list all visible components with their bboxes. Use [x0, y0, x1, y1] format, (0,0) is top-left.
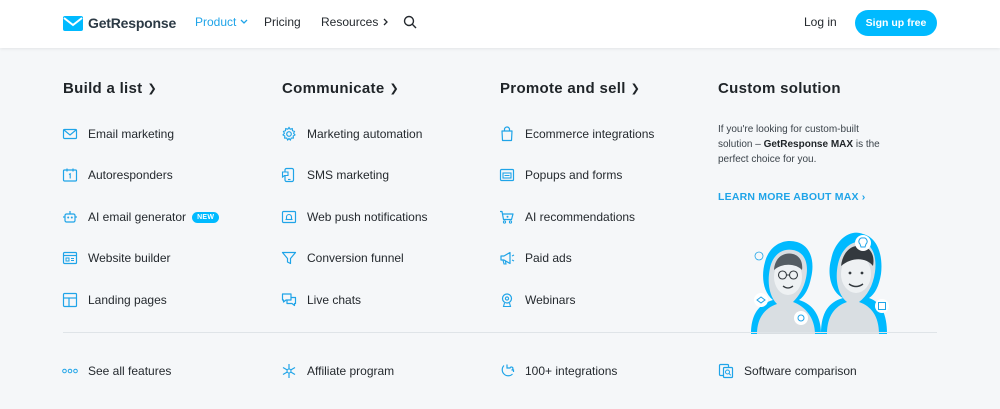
- communicate-heading[interactable]: Communicate ❯: [282, 80, 399, 97]
- software-comparison-link[interactable]: Software comparison: [718, 362, 857, 380]
- funnel-icon: [281, 250, 297, 266]
- dots-icon: [62, 363, 78, 379]
- logo-envelope-icon: [63, 15, 83, 31]
- menu-item-label: AI email generator: [88, 210, 187, 224]
- menu-item-label: Web push notifications: [307, 210, 428, 224]
- mail-icon: [62, 126, 78, 142]
- custom-solution-description: If you're looking for custom-built solut…: [718, 122, 896, 167]
- chat-icon: [281, 292, 297, 308]
- communicate-heading-text: Communicate: [282, 80, 385, 97]
- chevron-right-icon: ❯: [147, 83, 157, 95]
- menu-item-label: Webinars: [525, 293, 576, 307]
- promote-and-sell-heading[interactable]: Promote and sell ❯: [500, 80, 640, 97]
- phone-icon: [281, 167, 297, 183]
- learn-more-about-max-link[interactable]: LEARN MORE ABOUT MAX ›: [718, 191, 866, 203]
- nav-product-label: Product: [195, 15, 237, 29]
- menu-item-label: AI recommendations: [525, 210, 636, 224]
- menu-item-email-marketing[interactable]: Email marketing: [62, 125, 174, 143]
- menu-item-label: Popups and forms: [525, 168, 623, 182]
- chevron-right-icon: [383, 18, 389, 26]
- chevron-right-icon: ❯: [389, 83, 400, 95]
- menu-item-web-push-notifications[interactable]: Web push notifications: [281, 208, 428, 226]
- getresponse-logo[interactable]: GetResponse: [63, 13, 176, 33]
- menu-item-live-chats[interactable]: Live chats: [281, 291, 361, 309]
- website-icon: [62, 250, 78, 266]
- bell-icon: [281, 209, 297, 225]
- menu-item-label: Landing pages: [88, 293, 167, 307]
- footer-link-label: Software comparison: [744, 364, 857, 378]
- search-icon[interactable]: [403, 15, 417, 29]
- menu-item-popups-and-forms[interactable]: Popups and forms: [499, 166, 622, 184]
- logo-text: GetResponse: [88, 15, 177, 31]
- gear-icon: [281, 126, 297, 142]
- footer-link-label: 100+ integrations: [525, 364, 618, 378]
- menu-item-label: Website builder: [88, 251, 171, 265]
- section-divider: [63, 332, 937, 333]
- menu-item-website-builder[interactable]: Website builder: [62, 249, 171, 267]
- see-all-features-link[interactable]: See all features: [62, 362, 171, 380]
- footer-link-label: See all features: [88, 364, 172, 378]
- layout-icon: [62, 292, 78, 308]
- menu-item-webinars[interactable]: Webinars: [499, 291, 575, 309]
- ai-robot-icon: [62, 209, 78, 225]
- menu-item-label: Paid ads: [525, 251, 572, 265]
- menu-item-ai-recommendations[interactable]: AI recommendations: [499, 208, 635, 226]
- megaphone-icon: [499, 250, 515, 266]
- custom-description-bold: GetResponse MAX: [763, 139, 854, 150]
- footer-link-label: Affiliate program: [307, 364, 395, 378]
- signup-button[interactable]: Sign up free: [855, 10, 937, 36]
- nav-pricing[interactable]: Pricing: [264, 15, 301, 29]
- ai-cart-icon: [499, 209, 515, 225]
- menu-item-autoresponders[interactable]: Autoresponders: [62, 166, 173, 184]
- build-a-list-heading-text: Build a list: [63, 80, 143, 97]
- webinar-icon: [499, 292, 515, 308]
- max-team-illustration: [751, 232, 889, 334]
- build-a-list-heading[interactable]: Build a list ❯: [63, 80, 157, 97]
- menu-item-ecommerce-integrations[interactable]: Ecommerce integrations: [499, 125, 654, 143]
- custom-solution-heading: Custom solution: [718, 80, 841, 97]
- menu-item-label: Ecommerce integrations: [525, 127, 655, 141]
- menu-item-conversion-funnel[interactable]: Conversion funnel: [281, 249, 404, 267]
- menu-item-label: Marketing automation: [307, 127, 423, 141]
- menu-item-marketing-automation[interactable]: Marketing automation: [281, 125, 422, 143]
- compare-icon: [718, 363, 734, 379]
- menu-item-landing-pages[interactable]: Landing pages: [62, 291, 167, 309]
- new-badge: NEW: [192, 211, 220, 223]
- menu-item-label: Email marketing: [88, 127, 175, 141]
- custom-solution-heading-text: Custom solution: [718, 80, 841, 97]
- login-link[interactable]: Log in: [804, 15, 837, 29]
- top-navigation-bar: GetResponse Product Pricing Resources Lo…: [0, 0, 1000, 48]
- menu-item-sms-marketing[interactable]: SMS marketing: [281, 166, 389, 184]
- integrations-link[interactable]: 100+ integrations: [499, 362, 617, 380]
- chevron-down-icon: [240, 19, 248, 24]
- promote-and-sell-heading-text: Promote and sell: [500, 80, 626, 97]
- menu-item-label: Conversion funnel: [307, 251, 404, 265]
- nav-product[interactable]: Product: [195, 15, 248, 29]
- menu-item-paid-ads[interactable]: Paid ads: [499, 249, 572, 267]
- calendar-icon: [62, 167, 78, 183]
- shopping-bag-icon: [499, 126, 515, 142]
- puzzle-icon: [499, 363, 515, 379]
- snowflake-icon: [281, 363, 297, 379]
- menu-item-ai-email-generator[interactable]: AI email generator NEW: [62, 208, 220, 226]
- menu-item-label: SMS marketing: [307, 168, 390, 182]
- nav-pricing-label: Pricing: [264, 15, 301, 29]
- nav-resources[interactable]: Resources: [321, 15, 389, 29]
- menu-item-label: Autoresponders: [88, 168, 173, 182]
- affiliate-program-link[interactable]: Affiliate program: [281, 362, 394, 380]
- chevron-right-icon: ❯: [630, 83, 641, 95]
- nav-resources-label: Resources: [321, 15, 379, 29]
- popup-icon: [499, 167, 515, 183]
- menu-item-label: Live chats: [307, 293, 362, 307]
